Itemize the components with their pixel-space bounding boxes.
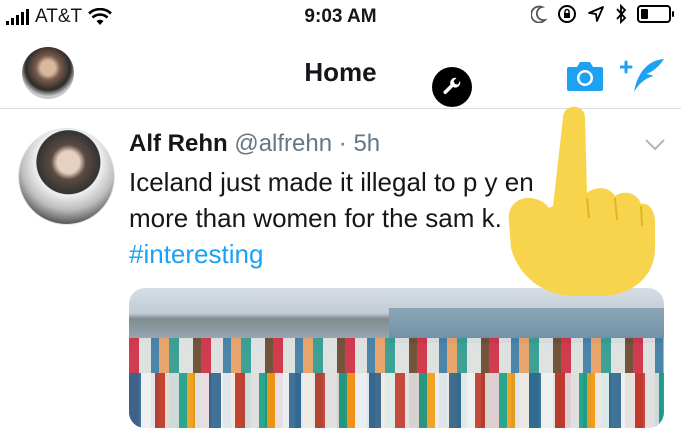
tap-hand-icon [508, 106, 655, 296]
status-bar: AT&T 9:03 AM [0, 0, 681, 36]
tweet-text-line2-tail: k. [481, 203, 502, 233]
tweet-author-name[interactable]: Alf Rehn [129, 130, 228, 157]
battery-icon [637, 5, 674, 23]
location-arrow-icon [588, 6, 604, 22]
tweet-media-image[interactable] [129, 288, 664, 428]
tweet-separator: · [338, 130, 347, 157]
compose-tweet-icon[interactable] [620, 56, 666, 96]
wrench-icon[interactable] [432, 67, 472, 107]
moon-icon [531, 5, 547, 23]
media-city-foreground [129, 373, 664, 428]
tweet-text-line1: Iceland just made it illegal to p [129, 167, 478, 197]
tweet-author-avatar[interactable] [18, 128, 115, 225]
tweet-header: Alf Rehn @alfrehn · 5h [129, 130, 380, 158]
tweet-author-handle[interactable]: @alfrehn [234, 130, 332, 157]
tweet-hashtag[interactable]: #interesting [129, 239, 263, 269]
bluetooth-icon [616, 4, 627, 24]
tweet-time: 5h [353, 130, 381, 157]
orientation-lock-icon [558, 5, 576, 23]
tweet-text-line2: more than women for the sam [129, 203, 475, 233]
status-icons [531, 4, 674, 24]
camera-icon[interactable] [565, 57, 605, 93]
